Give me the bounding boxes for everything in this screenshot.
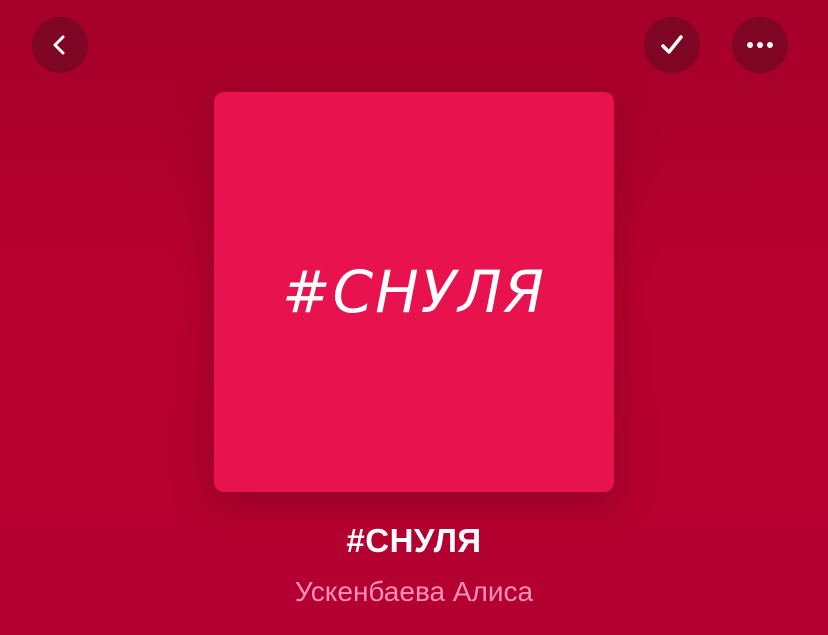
album-title: #СНУЛЯ [346,522,482,559]
back-button[interactable] [32,17,88,73]
artist-name[interactable]: Ускенбаева Алиса [0,576,828,608]
ellipsis-icon [747,42,773,48]
more-options-button[interactable] [732,17,788,73]
cover-text: #СНУЛЯ [282,258,546,326]
album-cover[interactable]: #СНУЛЯ [214,92,614,492]
checkmark-icon [661,35,683,54]
added-button[interactable] [644,17,700,73]
chevron-left-icon [53,35,65,55]
